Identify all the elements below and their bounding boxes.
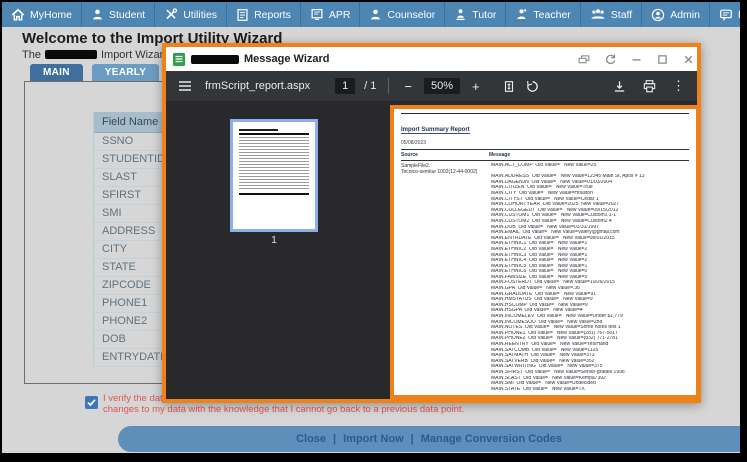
nav-item-label: Student	[109, 8, 146, 21]
import-now-button[interactable]: Import Now	[339, 433, 408, 445]
admin-icon	[651, 8, 665, 22]
nav-item-student[interactable]: Student	[82, 2, 156, 27]
pdf-toolbar: frmScript_report.aspx 1 / 1 − 50% + ⋮	[166, 71, 697, 101]
footer-action-bar: Close | Import Now | Manage Conversion Codes	[118, 426, 740, 452]
redacted-brand	[191, 54, 239, 64]
page-total-label: / 1	[364, 80, 377, 92]
footer-actions: Close | Import Now | Manage Conversion Codes	[292, 433, 566, 445]
nav-item-label: APR	[328, 8, 351, 21]
menu-icon[interactable]	[178, 80, 192, 92]
subtitle-prefix: The	[22, 49, 41, 61]
nav-item-apr[interactable]: APR	[301, 2, 361, 27]
nav-item-tutor[interactable]: Tutor	[445, 2, 507, 27]
page-number-input[interactable]: 1	[335, 78, 356, 94]
minimize-icon[interactable]	[630, 53, 643, 66]
nav-item-label: Tutor	[472, 8, 497, 21]
tab-main[interactable]: MAIN	[30, 64, 83, 81]
zoom-level[interactable]: 50%	[423, 78, 460, 94]
window-controls	[577, 53, 695, 66]
nav-item-utilities[interactable]: Utilities	[155, 2, 228, 27]
dock-icon[interactable]	[577, 53, 591, 66]
report-page: Import Summary Report 05/08/2023 Source …	[390, 105, 697, 399]
nav-item-label: Admin	[670, 8, 700, 21]
modal-title: Message Wizard	[244, 53, 330, 65]
more-options-icon[interactable]: ⋮	[672, 78, 685, 94]
teacher-icon	[515, 8, 528, 21]
fit-page-icon[interactable]	[502, 79, 516, 94]
close-icon[interactable]	[682, 53, 695, 66]
report-source-cell: SampleFile2. Tecnico-semkur 1002(12-44-0…	[401, 163, 478, 175]
report-title: Import Summary Report	[401, 127, 470, 134]
toolbar-divider	[388, 78, 390, 94]
check-icon	[87, 399, 96, 407]
refresh-icon[interactable]	[604, 53, 617, 66]
counselor-icon	[369, 8, 382, 21]
nav-item-staff[interactable]: Staff	[581, 2, 643, 27]
maximize-icon[interactable]	[656, 53, 669, 66]
student-icon	[91, 8, 104, 21]
pdf-viewer-area: 1 Import Summary Report 05/08/2023 Sourc…	[166, 101, 697, 399]
nav-item-counselor[interactable]: Counselor	[360, 2, 446, 27]
message-wizard-modal: Message Wizard frmScript_report.aspx 1 /…	[162, 43, 701, 403]
thumbnail-content	[239, 129, 309, 195]
verify-text-line2: changes to my data with the knowledge th…	[103, 404, 465, 415]
report-column-headers: Source Message	[401, 149, 689, 161]
report-date: 05/08/2023	[401, 140, 427, 146]
nav-item-label: Teacher	[533, 8, 571, 21]
action-separator: |	[410, 433, 414, 445]
pdf-filename: frmScript_report.aspx	[205, 80, 311, 92]
nav-item-teacher[interactable]: Teacher	[506, 2, 581, 27]
home-icon	[11, 8, 25, 22]
action-separator: |	[333, 433, 337, 445]
nav-item-admin[interactable]: Admin	[642, 2, 710, 27]
nav-item-label: Reports	[254, 8, 291, 21]
redacted-brand	[44, 49, 97, 59]
report-message-line: MAIN.STATE Old Value= New Value=TX	[491, 386, 585, 392]
verify-checkbox[interactable]	[85, 396, 98, 409]
close-button[interactable]: Close	[292, 433, 330, 445]
nav-item-label: MyHome	[30, 8, 73, 21]
source-column-header: Source	[401, 152, 418, 158]
nav-item-label: Staff	[610, 8, 633, 21]
reports-icon	[236, 8, 249, 22]
staff-icon	[590, 8, 606, 21]
page-thumbnail[interactable]	[230, 119, 318, 232]
tab-yearly[interactable]: YEARLY	[91, 64, 160, 81]
modal-title-bar[interactable]: Message Wizard	[166, 47, 697, 71]
nav-item-myhome[interactable]: MyHome	[2, 2, 83, 27]
rotate-icon[interactable]	[525, 79, 540, 94]
apr-icon	[310, 8, 324, 21]
download-icon[interactable]	[612, 79, 627, 94]
zoom-in-button[interactable]: +	[469, 79, 483, 94]
nav-item-pt-por[interactable]: Pt Por	[710, 2, 740, 27]
green-document-icon	[172, 52, 186, 67]
portal-icon	[719, 8, 733, 22]
zoom-out-button[interactable]: −	[401, 79, 415, 94]
message-column-header: Message	[489, 152, 511, 158]
thumbnail-page-number: 1	[271, 235, 277, 246]
nav-item-label: Counselor	[387, 8, 436, 21]
tutor-icon	[454, 8, 467, 21]
report-messages: MAIN.ACT_COMP Old Value= New Value=25 MAI…	[491, 163, 689, 392]
top-nav: MyHome Student Utilities Reports APR Counselo…	[2, 2, 740, 27]
utilities-icon	[164, 8, 178, 21]
nav-item-reports[interactable]: Reports	[227, 2, 301, 27]
nav-item-label: Utilities	[183, 8, 218, 21]
nav-item-label: Pt Por	[738, 9, 740, 21]
print-icon[interactable]	[642, 79, 657, 94]
manage-conversion-codes-button[interactable]: Manage Conversion Codes	[417, 433, 566, 445]
application-window: MyHome Student Utilities Reports APR Counselo…	[2, 2, 740, 453]
